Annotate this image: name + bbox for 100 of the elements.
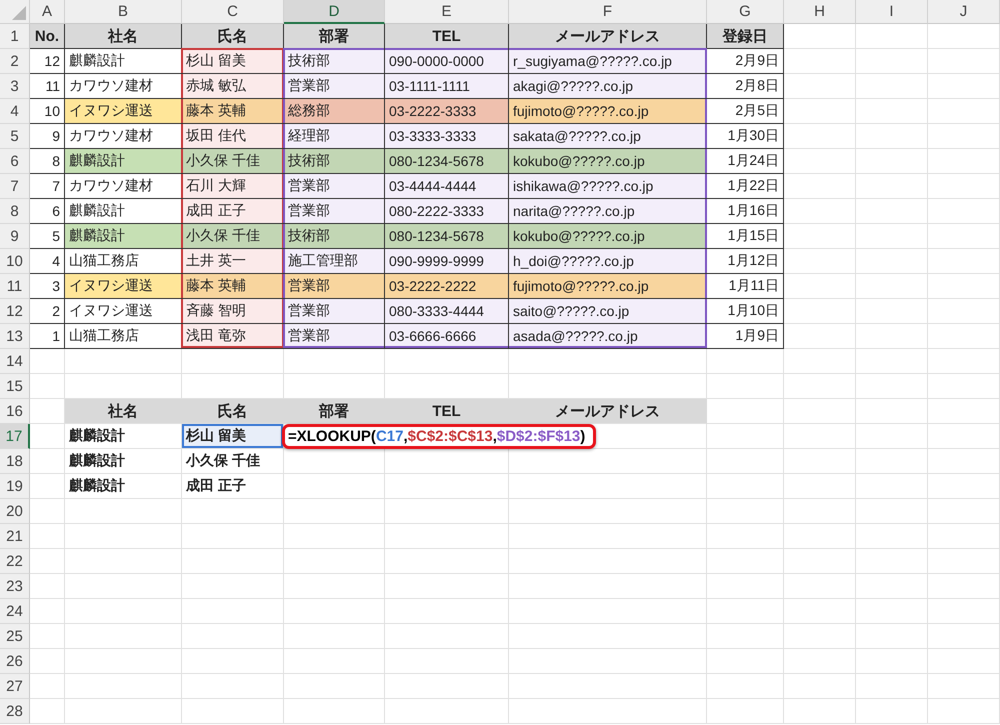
- table-cell: 11: [30, 74, 65, 99]
- table-cell: [30, 699, 65, 724]
- table-cell: 総務部: [284, 99, 385, 124]
- table-cell: 石川 大輝: [182, 174, 284, 199]
- table-cell: 2: [30, 299, 65, 324]
- table-cell: [928, 574, 1000, 599]
- table-cell: 7: [30, 174, 65, 199]
- row-header[interactable]: 19: [0, 474, 30, 499]
- table-cell: kokubo@?????.co.jp: [509, 224, 707, 249]
- row-header[interactable]: 16: [0, 399, 30, 424]
- table-cell: [856, 699, 928, 724]
- table-cell: kokubo@?????.co.jp: [509, 149, 707, 174]
- table-cell: [784, 49, 856, 74]
- table-cell: [856, 649, 928, 674]
- table-cell: [784, 424, 856, 449]
- table-cell: [856, 424, 928, 449]
- table-cell: 施工管理部: [284, 249, 385, 274]
- table-cell: [856, 274, 928, 299]
- row-header[interactable]: 11: [0, 274, 30, 299]
- table-cell: [928, 224, 1000, 249]
- table-cell: [784, 24, 856, 49]
- table-cell: [784, 124, 856, 149]
- table-cell: 斉藤 智明: [182, 299, 284, 324]
- column-header[interactable]: B: [65, 0, 182, 24]
- row-header[interactable]: 7: [0, 174, 30, 199]
- row-header[interactable]: 17: [0, 424, 30, 449]
- table-cell: [928, 449, 1000, 474]
- table-cell: 小久保 千佳: [182, 449, 284, 474]
- row-header[interactable]: 21: [0, 524, 30, 549]
- formula-input[interactable]: =XLOOKUP(C17,$C$2:$C$13,$D$2:$F$13): [282, 424, 596, 448]
- table-cell: 技術部: [284, 49, 385, 74]
- table-cell: 経理部: [284, 124, 385, 149]
- table-cell: [784, 449, 856, 474]
- select-all-icon[interactable]: [12, 6, 26, 20]
- row-header[interactable]: 15: [0, 374, 30, 399]
- table-cell: [784, 274, 856, 299]
- row-header[interactable]: 8: [0, 199, 30, 224]
- row-header[interactable]: 22: [0, 549, 30, 574]
- table-cell: [856, 574, 928, 599]
- table-cell: 山猫工務店: [65, 324, 182, 349]
- table-cell: 営業部: [284, 74, 385, 99]
- table-cell: [928, 649, 1000, 674]
- row-header[interactable]: 2: [0, 49, 30, 74]
- table-cell: 土井 英一: [182, 249, 284, 274]
- table-cell: [784, 499, 856, 524]
- row-header[interactable]: 5: [0, 124, 30, 149]
- table-cell: [856, 74, 928, 99]
- table-cell: 090-9999-9999: [385, 249, 509, 274]
- row-header[interactable]: 9: [0, 224, 30, 249]
- column-header[interactable]: J: [928, 0, 1000, 24]
- column-header[interactable]: C: [182, 0, 284, 24]
- table-cell: [856, 149, 928, 174]
- row-header[interactable]: 3: [0, 74, 30, 99]
- row-header[interactable]: 20: [0, 499, 30, 524]
- table-cell: 080-3333-4444: [385, 299, 509, 324]
- table-cell: 1月9日: [707, 324, 784, 349]
- table-cell: [928, 299, 1000, 324]
- table-cell: イヌワシ運送: [65, 274, 182, 299]
- table-cell: [784, 624, 856, 649]
- column-header[interactable]: H: [784, 0, 856, 24]
- table-cell: 赤城 敏弘: [182, 74, 284, 99]
- column-header[interactable]: E: [385, 0, 509, 24]
- table-cell: asada@?????.co.jp: [509, 324, 707, 349]
- row-header[interactable]: 12: [0, 299, 30, 324]
- table-cell: [784, 349, 856, 374]
- row-header[interactable]: 28: [0, 699, 30, 724]
- table-cell: カワウソ建材: [65, 174, 182, 199]
- row-header[interactable]: 14: [0, 349, 30, 374]
- table-cell: イヌワシ運送: [65, 99, 182, 124]
- column-header[interactable]: I: [856, 0, 928, 24]
- table-cell: [928, 699, 1000, 724]
- row-header[interactable]: 13: [0, 324, 30, 349]
- row-header[interactable]: 26: [0, 649, 30, 674]
- row-header[interactable]: 23: [0, 574, 30, 599]
- table-cell: 営業部: [284, 324, 385, 349]
- column-header[interactable]: F: [509, 0, 707, 24]
- table-cell: [928, 149, 1000, 174]
- row-header[interactable]: 1: [0, 24, 30, 49]
- row-header[interactable]: 18: [0, 449, 30, 474]
- row-header[interactable]: 24: [0, 599, 30, 624]
- table-cell: 営業部: [284, 299, 385, 324]
- column-header[interactable]: A: [30, 0, 65, 24]
- table-cell: 1月15日: [707, 224, 784, 249]
- column-header[interactable]: G: [707, 0, 784, 24]
- table-cell: [784, 474, 856, 499]
- table-cell: 浅田 竜弥: [182, 324, 284, 349]
- table-cell: 03-2222-3333: [385, 99, 509, 124]
- row-header[interactable]: 10: [0, 249, 30, 274]
- row-header[interactable]: 4: [0, 99, 30, 124]
- table-cell: 2月9日: [707, 49, 784, 74]
- row-header[interactable]: 27: [0, 674, 30, 699]
- table-cell: 4: [30, 249, 65, 274]
- table-cell: 技術部: [284, 224, 385, 249]
- table-cell: [30, 449, 65, 474]
- table-cell: 1月16日: [707, 199, 784, 224]
- column-header[interactable]: D: [284, 0, 385, 24]
- row-header[interactable]: 6: [0, 149, 30, 174]
- table-cell: [928, 174, 1000, 199]
- row-header[interactable]: 25: [0, 624, 30, 649]
- table-cell: 麒麟設計: [65, 224, 182, 249]
